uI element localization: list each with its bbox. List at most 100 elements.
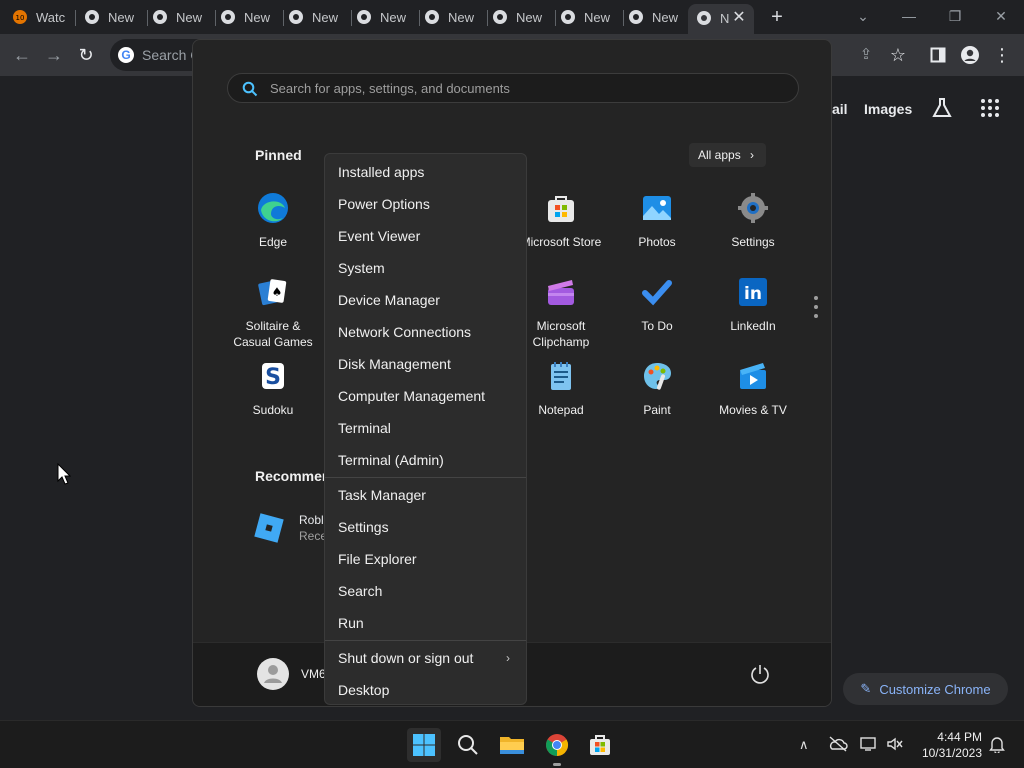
paint-icon: [644, 363, 671, 390]
close-window-icon[interactable]: ✕: [987, 4, 1015, 28]
notification-bell-icon[interactable]: [989, 735, 1005, 753]
chrome-icon: [493, 10, 507, 24]
minimize-icon[interactable]: —: [895, 4, 923, 28]
profile-icon[interactable]: [957, 42, 983, 68]
menu-item-file-explorer[interactable]: File Explorer: [325, 543, 526, 575]
user-name[interactable]: VM6: [301, 667, 326, 681]
pinned-app-linkedin[interactable]: in LinkedIn: [709, 276, 797, 334]
share-icon[interactable]: ⇪: [853, 42, 879, 68]
svg-text:10: 10: [16, 14, 25, 22]
tab-0[interactable]: 10 Watc: [12, 4, 76, 30]
side-panel-icon[interactable]: [925, 42, 951, 68]
start-button[interactable]: [407, 728, 441, 762]
labs-flask-icon[interactable]: [930, 96, 954, 125]
solitaire-icon: ♠: [258, 279, 287, 306]
pinned-app-store[interactable]: Microsoft Store: [517, 192, 605, 250]
menu-item-event-viewer[interactable]: Event Viewer: [325, 220, 526, 252]
show-hidden-icons-chevron-icon[interactable]: ∧: [799, 737, 809, 753]
volume-muted-icon[interactable]: [886, 736, 904, 752]
forward-arrow-icon[interactable]: →: [41, 42, 67, 68]
chrome-icon: [153, 10, 167, 24]
pinned-app-edge[interactable]: Edge: [229, 192, 317, 250]
tab-9[interactable]: New: [628, 4, 688, 30]
roblox-icon: [254, 513, 284, 543]
menu-item-search[interactable]: Search: [325, 575, 526, 607]
pinned-app-todo[interactable]: To Do: [613, 276, 701, 334]
customize-chrome-label: Customize Chrome: [879, 681, 991, 697]
new-tab-button[interactable]: +: [766, 6, 788, 28]
tab-6[interactable]: New: [424, 4, 488, 30]
menu-item-network-connections[interactable]: Network Connections: [325, 316, 526, 348]
apps-grid-icon[interactable]: [980, 98, 1000, 123]
images-link[interactable]: Images: [864, 101, 912, 117]
menu-item-terminal[interactable]: Terminal: [325, 412, 526, 444]
search-icon: [242, 81, 258, 97]
tab-label: New: [244, 9, 271, 25]
tab-search-chevron-icon[interactable]: ⌄: [849, 4, 877, 28]
bookmark-star-icon[interactable]: ☆: [885, 42, 911, 68]
taskbar-chrome[interactable]: [540, 728, 574, 766]
customize-chrome-button[interactable]: ✎ Customize Chrome: [843, 673, 1008, 705]
all-apps-button[interactable]: All apps ›: [689, 143, 767, 167]
tab-label: New: [108, 9, 135, 25]
onedrive-offline-icon[interactable]: [828, 736, 848, 752]
tab-1[interactable]: New: [84, 4, 148, 30]
gmail-link[interactable]: ail: [832, 101, 848, 117]
pinned-app-photos[interactable]: Photos: [613, 192, 701, 250]
tab-7[interactable]: New: [492, 4, 556, 30]
reload-icon[interactable]: ↻: [73, 42, 99, 68]
taskbar-search-button[interactable]: [451, 728, 485, 762]
folder-icon: [500, 737, 524, 754]
pinned-app-clipchamp[interactable]: Microsoft Clipchamp: [517, 276, 605, 350]
menu-item-system[interactable]: System: [325, 252, 526, 284]
start-search-placeholder: Search for apps, settings, and documents: [270, 81, 510, 96]
menu-item-settings[interactable]: Settings: [325, 511, 526, 543]
back-arrow-icon[interactable]: ←: [9, 42, 35, 68]
menu-separator: [325, 477, 526, 478]
tab-3[interactable]: New: [220, 4, 284, 30]
pinned-app-sudoku[interactable]: S Sudoku: [229, 360, 317, 418]
power-icon[interactable]: [749, 663, 771, 685]
restore-icon[interactable]: ❐: [941, 4, 969, 28]
system-clock[interactable]: 4:44 PM 10/31/2023: [918, 729, 982, 761]
sudoku-icon: S: [262, 363, 284, 390]
clock-time: 4:44 PM: [937, 730, 982, 744]
tab-4[interactable]: New: [288, 4, 352, 30]
edge-icon: [258, 193, 288, 223]
pinned-app-solitaire[interactable]: ♠ Solitaire & Casual Games: [229, 276, 317, 350]
tab-5[interactable]: New: [356, 4, 420, 30]
menu-item-disk-management[interactable]: Disk Management: [325, 348, 526, 380]
user-avatar[interactable]: [257, 658, 289, 690]
pinned-app-notepad[interactable]: Notepad: [517, 360, 605, 418]
recommended-item[interactable]: Robl Rece: [253, 512, 327, 544]
network-icon[interactable]: [860, 736, 878, 752]
movies-icon: [740, 363, 766, 389]
taskbar-file-explorer[interactable]: [495, 728, 529, 762]
tab-8[interactable]: New: [560, 4, 624, 30]
chrome-icon: [221, 10, 235, 24]
tab-label: Watc: [36, 9, 66, 25]
menu-item-terminal-admin[interactable]: Terminal (Admin): [325, 444, 526, 476]
tab-label: New: [380, 9, 407, 25]
clock-date: 10/31/2023: [921, 746, 982, 760]
pinned-app-movies[interactable]: Movies & TV: [709, 360, 797, 418]
menu-kebab-icon[interactable]: ⋮: [989, 42, 1015, 68]
taskbar-store[interactable]: [583, 728, 617, 762]
menu-item-desktop[interactable]: Desktop: [325, 674, 526, 704]
menu-item-task-manager[interactable]: Task Manager: [325, 479, 526, 511]
pinned-app-paint[interactable]: Paint: [613, 360, 701, 418]
menu-item-shut-down[interactable]: Shut down or sign out ›: [325, 642, 526, 674]
menu-item-run[interactable]: Run: [325, 607, 526, 639]
menu-item-installed-apps[interactable]: Installed apps: [325, 156, 526, 188]
pinned-app-settings[interactable]: Settings: [709, 192, 797, 250]
page-dots-indicator[interactable]: [814, 296, 818, 323]
svg-text:S: S: [265, 365, 281, 390]
menu-item-power-options[interactable]: Power Options: [325, 188, 526, 220]
mouse-pointer-icon: [57, 463, 71, 485]
chrome-icon: [357, 10, 371, 24]
menu-item-computer-management[interactable]: Computer Management: [325, 380, 526, 412]
start-search-input[interactable]: Search for apps, settings, and documents: [227, 73, 799, 103]
tab-2[interactable]: New: [152, 4, 216, 30]
menu-item-device-manager[interactable]: Device Manager: [325, 284, 526, 316]
close-tab-icon[interactable]: ✕: [729, 8, 749, 28]
